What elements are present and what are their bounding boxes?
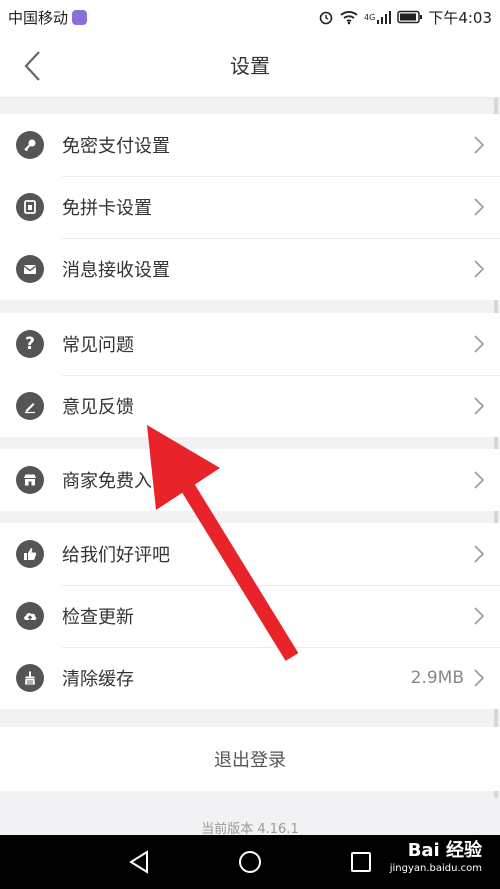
thumbs-up-icon — [16, 540, 44, 568]
settings-row-faq[interactable]: ? 常见问题 — [0, 313, 500, 375]
chevron-right-icon — [474, 607, 484, 625]
settings-row-free-group-card[interactable]: 免拼卡设置 — [0, 176, 500, 238]
settings-row-rate-us[interactable]: 给我们好评吧 — [0, 523, 500, 585]
settings-row-message[interactable]: 消息接收设置 — [0, 238, 500, 300]
nav-home-button[interactable] — [235, 847, 265, 877]
signal-icon — [377, 11, 392, 24]
settings-group-merchant: 商家免费入 — [0, 449, 500, 511]
logout-label: 退出登录 — [214, 750, 286, 771]
row-label: 意见反馈 — [62, 397, 134, 418]
status-bar: 中国移动 4G 下午4:03 — [0, 0, 500, 34]
cache-size: 2.9MB — [410, 668, 464, 688]
watermark-site: jingyan.baidu.com — [389, 863, 482, 874]
battery-icon — [397, 10, 423, 24]
chevron-right-icon — [474, 397, 484, 415]
app-notification-icon — [72, 9, 88, 25]
chevron-right-icon — [474, 136, 484, 154]
settings-group-help: ? 常见问题 意见反馈 — [0, 313, 500, 437]
chevron-right-icon — [474, 669, 484, 687]
row-label: 检查更新 — [62, 607, 134, 628]
row-label: 消息接收设置 — [62, 260, 170, 281]
key-icon — [16, 131, 44, 159]
question-icon: ? — [16, 330, 44, 358]
circle-home-icon — [239, 851, 261, 873]
wifi-icon — [340, 11, 358, 25]
row-label: 商家免费入 — [62, 471, 152, 492]
cloud-upload-icon — [16, 602, 44, 630]
triangle-back-icon — [129, 850, 148, 874]
clock: 下午4:03 — [428, 8, 492, 27]
nav-recents-button[interactable] — [346, 847, 376, 877]
nav-back-button[interactable] — [124, 847, 154, 877]
watermark-brand: Bai 经验 — [407, 840, 482, 861]
alarm-icon — [319, 11, 333, 25]
pencil-icon — [16, 392, 44, 420]
chevron-right-icon — [474, 545, 484, 563]
network-type: 4G — [364, 12, 376, 22]
settings-row-merchant-join[interactable]: 商家免费入 — [0, 449, 500, 511]
nav-bar: 设置 — [0, 34, 500, 98]
chevron-right-icon — [474, 471, 484, 489]
settings-group-app: 给我们好评吧 检查更新 清除缓存 2.9MB — [0, 523, 500, 709]
baidu-jingyan-watermark: Bai 经验 jingyan.baidu.com — [390, 842, 482, 874]
settings-row-check-update[interactable]: 检查更新 — [0, 585, 500, 647]
logout-button[interactable]: 退出登录 — [0, 727, 500, 791]
carrier-name: 中国移动 — [8, 8, 69, 27]
settings-group-account: 免密支付设置 免拼卡设置 消息接收设置 — [0, 114, 500, 300]
chevron-right-icon — [474, 198, 484, 216]
settings-row-password-free-pay[interactable]: 免密支付设置 — [0, 114, 500, 176]
row-label: 清除缓存 — [62, 669, 134, 690]
settings-row-clear-cache[interactable]: 清除缓存 2.9MB — [0, 647, 500, 709]
mail-icon — [16, 255, 44, 283]
row-label: 免拼卡设置 — [62, 198, 152, 219]
page-title: 设置 — [230, 54, 270, 78]
card-icon — [16, 193, 44, 221]
row-label: 免密支付设置 — [62, 136, 170, 157]
row-label: 给我们好评吧 — [62, 545, 170, 566]
row-label: 常见问题 — [62, 335, 134, 356]
store-icon — [16, 466, 44, 494]
chevron-right-icon — [474, 335, 484, 353]
broom-icon — [16, 664, 44, 692]
square-recents-icon — [351, 852, 371, 872]
chevron-right-icon — [474, 260, 484, 278]
settings-row-feedback[interactable]: 意见反馈 — [0, 375, 500, 437]
